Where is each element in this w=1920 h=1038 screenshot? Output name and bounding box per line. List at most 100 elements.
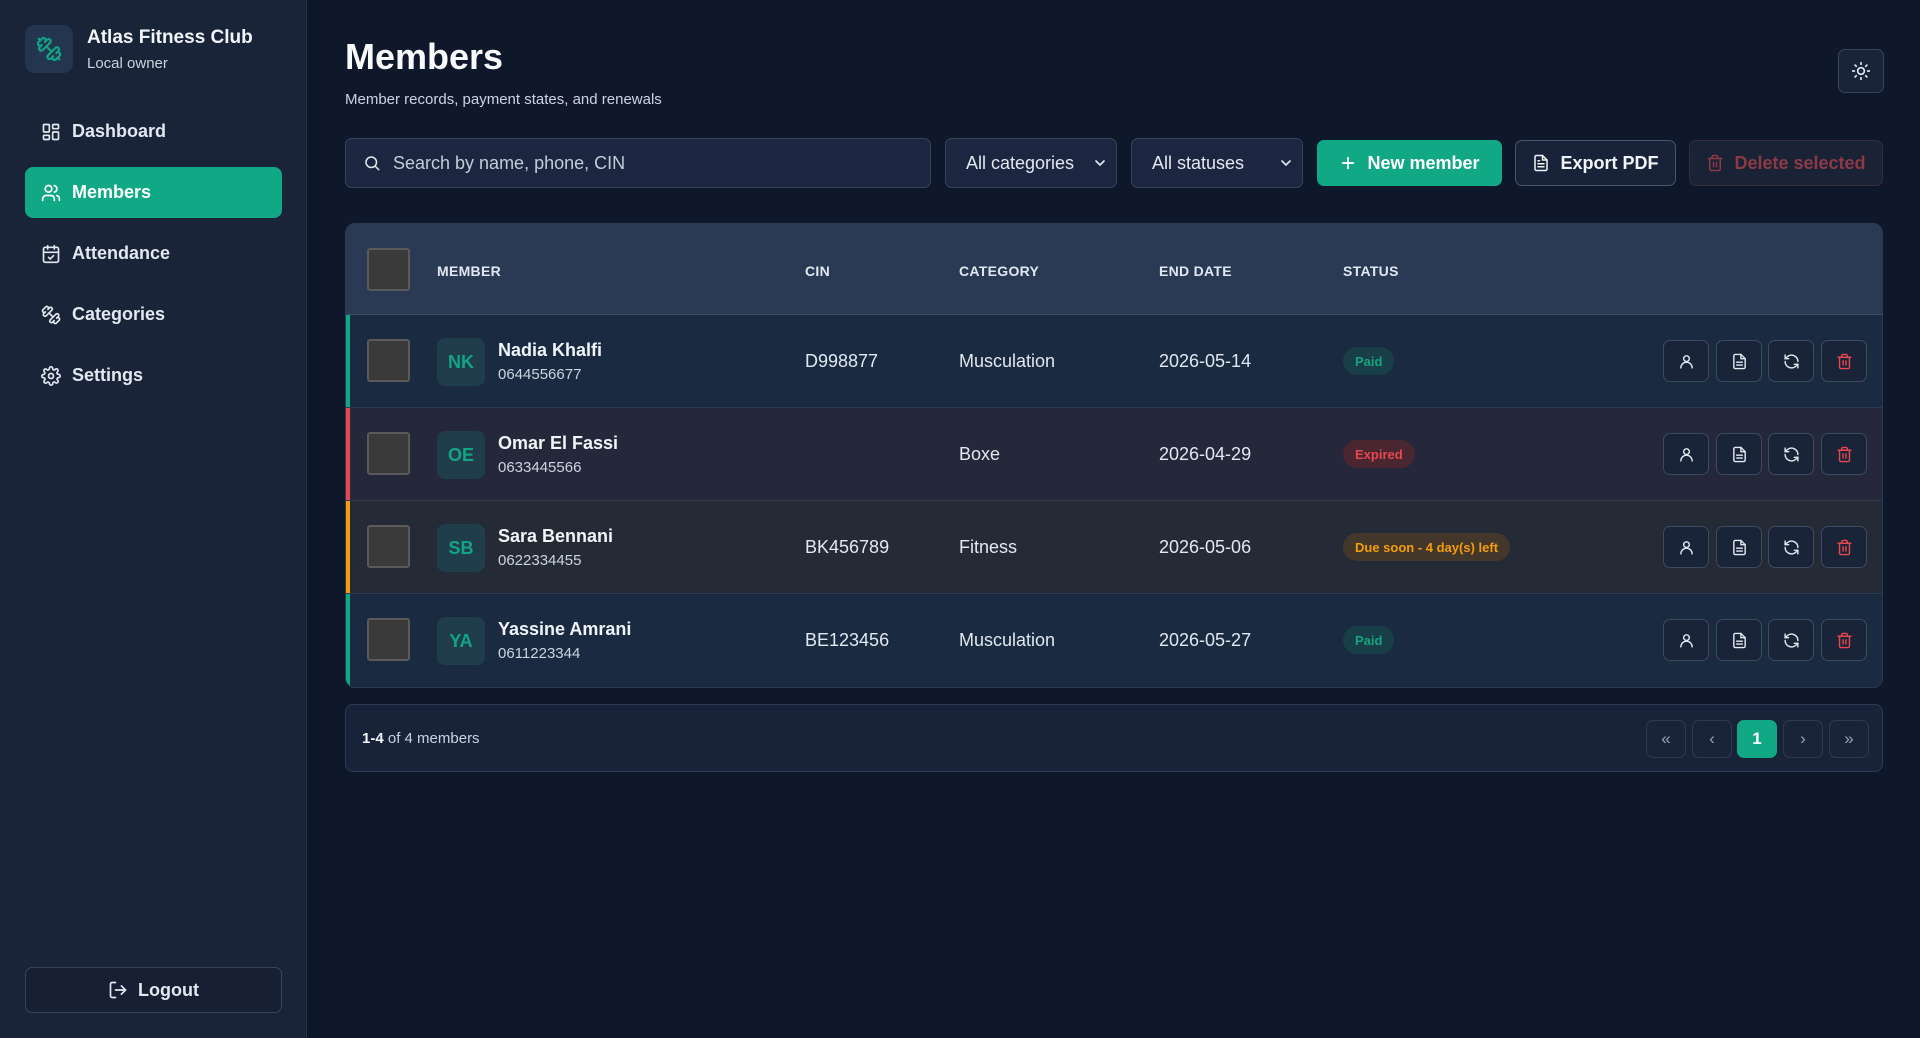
member-category: Fitness <box>959 537 1018 557</box>
pagination-range: 1-4 <box>362 730 384 747</box>
avatar: OE <box>437 431 485 479</box>
view-profile-button[interactable] <box>1663 340 1709 382</box>
theme-toggle-button[interactable] <box>1838 49 1884 93</box>
search-input[interactable] <box>393 152 913 174</box>
next-page-button[interactable]: › <box>1783 720 1823 758</box>
status-badge: Due soon - 4 day(s) left <box>1343 533 1511 561</box>
member-category: Boxe <box>959 444 1001 464</box>
member-phone: 0633445566 <box>498 459 582 476</box>
file-text-icon <box>1731 353 1748 370</box>
refresh-icon <box>1783 353 1800 370</box>
chevron-right-icon: › <box>1800 729 1806 748</box>
document-button[interactable] <box>1716 526 1762 568</box>
member-cin: D998877 <box>805 351 879 371</box>
delete-selected-label: Delete selected <box>1734 152 1866 173</box>
status-badge: Paid <box>1343 626 1395 654</box>
column-header-status: STATUS <box>1343 263 1399 279</box>
export-pdf-label: Export PDF <box>1560 152 1659 173</box>
view-profile-button[interactable] <box>1663 619 1709 661</box>
sidebar-item-label: Dashboard <box>72 121 167 141</box>
delete-row-button[interactable] <box>1821 340 1867 382</box>
member-cin: BE123456 <box>805 630 890 650</box>
renew-button[interactable] <box>1768 340 1814 382</box>
file-text-icon <box>1731 632 1748 649</box>
pagination-bar: 1-4 of 4 members « ‹ 1 › » <box>345 704 1883 772</box>
members-table: MEMBER CIN CATEGORY END DATE STATUS NK N… <box>345 223 1883 688</box>
document-button[interactable] <box>1716 433 1762 475</box>
refresh-icon <box>1783 446 1800 463</box>
sidebar-item-categories[interactable]: Categories <box>25 289 282 340</box>
view-profile-button[interactable] <box>1663 433 1709 475</box>
sidebar-item-label: Settings <box>72 365 144 385</box>
status-filter-select[interactable]: All statuses <box>1131 138 1303 188</box>
export-pdf-button[interactable]: Export PDF <box>1515 140 1676 186</box>
new-member-label: New member <box>1367 152 1480 173</box>
status-badge: Expired <box>1343 440 1415 468</box>
gear-icon <box>40 365 62 387</box>
prev-page-button[interactable]: ‹ <box>1692 720 1732 758</box>
sidebar-nav: Dashboard Members Attendance Categories <box>25 106 282 411</box>
member-phone: 0611223344 <box>498 645 581 662</box>
member-end-date: 2026-05-27 <box>1159 630 1252 650</box>
search-box <box>345 138 931 188</box>
logout-icon <box>108 980 128 1000</box>
avatar: NK <box>437 338 485 386</box>
chevron-down-icon <box>1278 155 1294 176</box>
row-checkbox[interactable] <box>367 525 410 568</box>
delete-row-button[interactable] <box>1821 433 1867 475</box>
member-end-date: 2026-04-29 <box>1159 444 1252 464</box>
select-all-checkbox[interactable] <box>367 248 410 291</box>
trash-icon <box>1836 446 1853 463</box>
sidebar-item-settings[interactable]: Settings <box>25 350 282 401</box>
brand-name: Atlas Fitness Club <box>87 27 253 48</box>
member-end-date: 2026-05-14 <box>1159 351 1252 371</box>
chevron-down-icon <box>1092 155 1108 176</box>
document-button[interactable] <box>1716 619 1762 661</box>
sidebar-item-attendance[interactable]: Attendance <box>25 228 282 279</box>
column-header-category: CATEGORY <box>959 263 1040 279</box>
view-profile-button[interactable] <box>1663 526 1709 568</box>
renew-button[interactable] <box>1768 433 1814 475</box>
renew-button[interactable] <box>1768 619 1814 661</box>
table-row: NK Nadia Khalfi 0644556677 D998877 Muscu… <box>346 315 1882 408</box>
new-member-button[interactable]: New member <box>1317 140 1502 186</box>
sidebar-item-members[interactable]: Members <box>25 167 282 218</box>
user-icon <box>1678 353 1695 370</box>
document-button[interactable] <box>1716 340 1762 382</box>
delete-row-button[interactable] <box>1821 526 1867 568</box>
dumbbell-icon <box>40 304 62 326</box>
trash-icon <box>1836 632 1853 649</box>
file-text-icon <box>1532 154 1550 172</box>
status-badge: Paid <box>1343 347 1395 375</box>
last-page-button[interactable]: » <box>1829 720 1869 758</box>
chevron-left-icon: ‹ <box>1709 729 1715 748</box>
member-name: Yassine Amrani <box>498 619 632 639</box>
row-checkbox[interactable] <box>367 339 410 382</box>
delete-row-button[interactable] <box>1821 619 1867 661</box>
avatar: SB <box>437 524 485 572</box>
sidebar-item-dashboard[interactable]: Dashboard <box>25 106 282 157</box>
row-checkbox[interactable] <box>367 618 410 661</box>
sun-icon <box>1851 61 1871 81</box>
app-root: Atlas Fitness Club Local owner Dashboard… <box>0 0 1920 1038</box>
first-page-button[interactable]: « <box>1646 720 1686 758</box>
logout-button[interactable]: Logout <box>25 967 282 1013</box>
delete-selected-button[interactable]: Delete selected <box>1689 140 1883 186</box>
trash-icon <box>1706 154 1724 172</box>
brand-subtitle: Local owner <box>87 55 168 72</box>
member-name: Nadia Khalfi <box>498 340 603 360</box>
avatar: YA <box>437 617 485 665</box>
page-number-button[interactable]: 1 <box>1737 720 1777 758</box>
row-checkbox[interactable] <box>367 432 410 475</box>
refresh-icon <box>1783 632 1800 649</box>
user-icon <box>1678 632 1695 649</box>
member-phone: 0622334455 <box>498 552 582 569</box>
sidebar-item-label: Attendance <box>72 243 171 263</box>
status-filter-value: All statuses <box>1152 152 1245 173</box>
renew-button[interactable] <box>1768 526 1814 568</box>
row-status-stripe <box>346 501 350 593</box>
sidebar-item-label: Members <box>72 182 152 202</box>
current-page-label: 1 <box>1752 729 1762 748</box>
member-category: Musculation <box>959 630 1056 650</box>
category-filter-select[interactable]: All categories <box>945 138 1117 188</box>
